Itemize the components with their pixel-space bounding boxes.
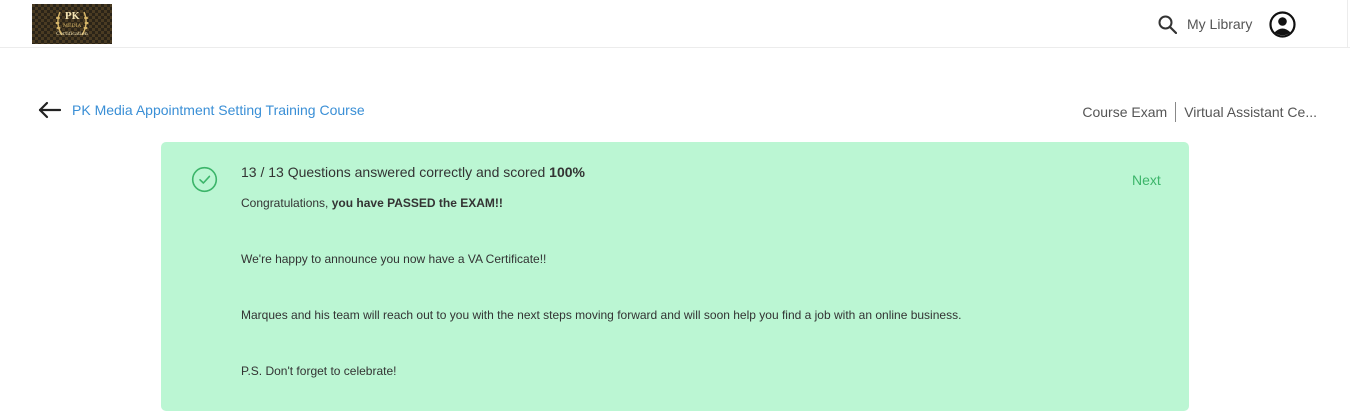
congratulations-message: Congratulations, you have PASSED the EXA… [241, 196, 503, 210]
breadcrumb-course-exam[interactable]: Course Exam [1082, 104, 1167, 121]
my-library-link[interactable]: My Library [1187, 16, 1252, 33]
congratulations-prefix: Congratulations, [241, 196, 332, 210]
breadcrumb: Course Exam Virtual Assistant Ce... [1082, 102, 1317, 122]
breadcrumb-virtual-assistant[interactable]: Virtual Assistant Ce... [1184, 104, 1317, 121]
celebrate-message: P.S. Don't forget to celebrate! [241, 364, 397, 378]
search-icon[interactable] [1158, 15, 1177, 34]
certificate-announcement: We're happy to announce you now have a V… [241, 252, 547, 266]
user-circle-icon[interactable] [1269, 11, 1296, 38]
arrow-left-icon[interactable] [38, 101, 61, 119]
exam-result-card: 13 / 13 Questions answered correctly and… [161, 142, 1189, 411]
topbar-edge-divider [1347, 0, 1348, 48]
top-navigation-bar: PK MEDIA Certification My Library [0, 0, 1350, 48]
score-summary-text: 13 / 13 Questions answered correctly and… [241, 164, 550, 180]
score-percentage: 100% [549, 164, 585, 180]
pk-media-certification-logo[interactable]: PK MEDIA Certification [32, 4, 112, 44]
logo-line-2: Certification [56, 31, 88, 37]
course-title-link[interactable]: PK Media Appointment Setting Training Co… [72, 102, 365, 119]
next-steps-message: Marques and his team will reach out to y… [241, 308, 962, 322]
check-circle-icon [191, 166, 218, 193]
breadcrumb-separator [1175, 102, 1177, 122]
logo-mark-text: PK [64, 12, 80, 22]
next-button[interactable]: Next [1132, 172, 1161, 189]
passed-exam-text: you have PASSED the EXAM!! [331, 196, 503, 210]
logo-line-1: MEDIA [62, 23, 82, 29]
score-summary: 13 / 13 Questions answered correctly and… [241, 164, 585, 181]
